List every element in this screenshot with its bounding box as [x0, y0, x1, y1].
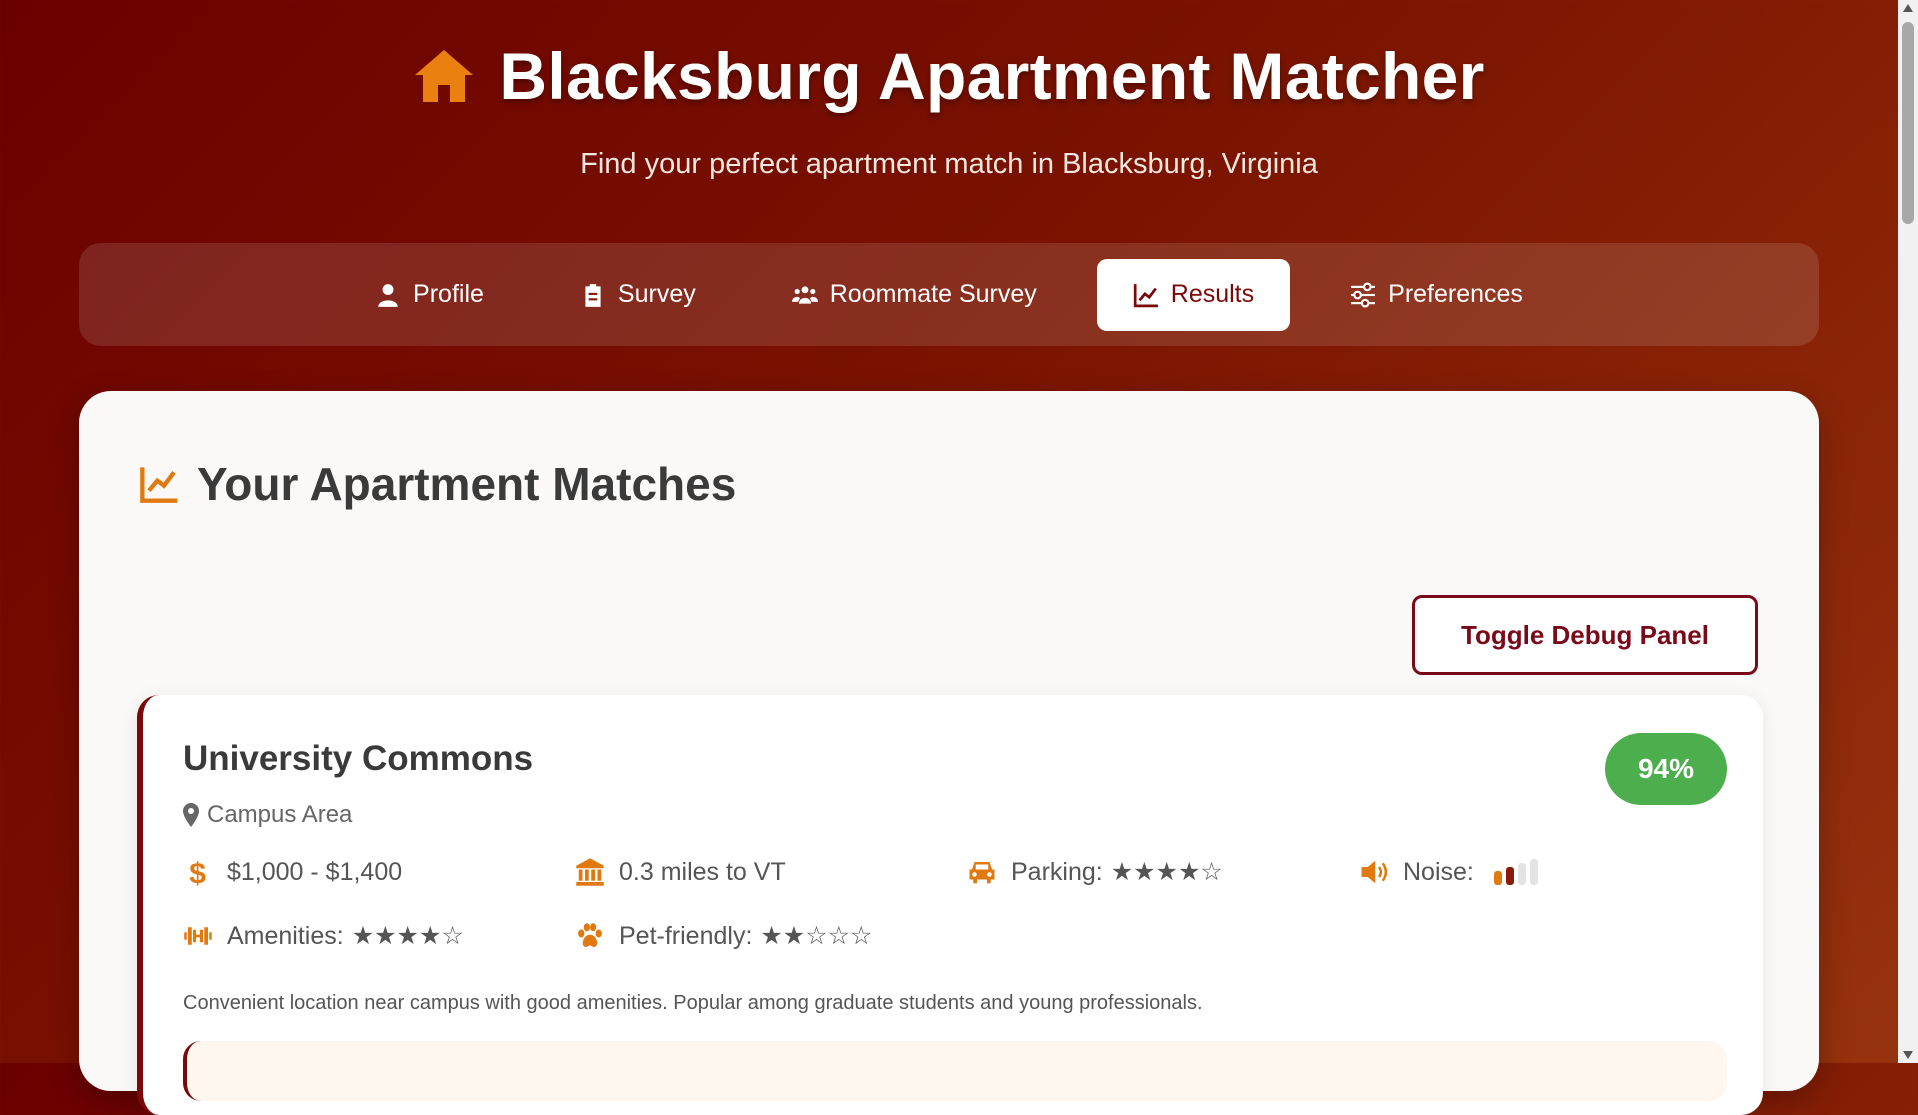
noise-bar	[1505, 867, 1514, 885]
tab-results-label: Results	[1170, 280, 1255, 308]
svg-text:$: $	[189, 857, 206, 887]
scroll-thumb[interactable]	[1902, 22, 1914, 224]
app-header: Blacksburg Apartment Matcher Find your p…	[0, 0, 1898, 181]
results-heading: Your Apartment Matches	[137, 457, 736, 511]
tab-roommate-survey-label: Roommate Survey	[829, 280, 1037, 308]
tab-survey[interactable]: Survey	[544, 259, 732, 331]
apartment-details-box	[183, 1041, 1727, 1101]
noise-bar	[1517, 863, 1526, 885]
apartment-card[interactable]: University Commons Campus Area 94% $ $1,…	[137, 695, 1763, 1115]
map-marker-icon	[183, 803, 199, 827]
user-icon	[378, 283, 398, 307]
match-score-badge: 94%	[1605, 733, 1727, 805]
scroll-down-arrow-icon[interactable]	[1903, 1051, 1913, 1059]
price-text: $1,000 - $1,400	[227, 857, 403, 886]
app-subtitle: Find your perfect apartment match in Bla…	[580, 148, 1318, 180]
pet-label: Pet-friendly:	[619, 921, 753, 950]
apartment-location: Campus Area	[183, 801, 352, 829]
page-scrollbar[interactable]	[1898, 0, 1918, 1063]
apartment-description: Convenient location near campus with goo…	[183, 992, 1203, 1014]
tab-profile-label: Profile	[413, 280, 484, 308]
parking-label: Parking:	[1011, 857, 1103, 886]
pet-friendly-feature: Pet-friendly: ★★☆☆☆	[575, 921, 872, 951]
car-icon	[969, 862, 995, 884]
sliders-icon	[1351, 282, 1376, 307]
location-text: Campus Area	[207, 801, 353, 828]
noise-bar	[1493, 871, 1502, 885]
main-nav: Profile Survey Roommate Survey Results P…	[79, 243, 1819, 346]
noise-feature: Noise:	[1359, 857, 1538, 887]
chart-line-icon	[1133, 283, 1158, 307]
pet-rating: ★★☆☆☆	[760, 922, 873, 950]
paw-icon	[578, 923, 602, 947]
volume-icon	[1361, 860, 1388, 884]
home-icon	[415, 50, 474, 102]
users-icon	[791, 285, 818, 304]
chart-line-icon	[140, 467, 178, 503]
toggle-debug-button[interactable]: Toggle Debug Panel	[1412, 595, 1758, 675]
parking-feature: Parking: ★★★★☆	[967, 857, 1223, 887]
app-title: Blacksburg Apartment Matcher	[499, 39, 1485, 113]
distance-feature: 0.3 miles to VT	[575, 857, 786, 887]
title-row: Blacksburg Apartment Matcher	[0, 38, 1898, 114]
tab-preferences-label: Preferences	[1388, 280, 1523, 308]
tab-roommate-survey[interactable]: Roommate Survey	[756, 259, 1073, 331]
parking-rating: ★★★★☆	[1110, 858, 1223, 886]
dollar-icon: $	[189, 857, 206, 887]
scroll-up-arrow-icon[interactable]	[1903, 4, 1913, 12]
results-panel: Your Apartment Matches Toggle Debug Pane…	[79, 391, 1819, 1115]
noise-level-indicator	[1493, 859, 1538, 885]
clipboard-icon	[585, 283, 601, 307]
tab-survey-label: Survey	[617, 280, 696, 308]
price-feature: $ $1,000 - $1,400	[183, 857, 402, 887]
tab-results[interactable]: Results	[1096, 258, 1291, 331]
apartment-name: University Commons	[183, 739, 534, 778]
distance-text: 0.3 miles to VT	[619, 857, 786, 886]
amenities-label: Amenities:	[227, 921, 344, 950]
dumbbell-icon	[184, 927, 212, 945]
amenities-feature: Amenities: ★★★★☆	[183, 921, 464, 951]
tab-preferences[interactable]: Preferences	[1314, 259, 1559, 331]
noise-label: Noise:	[1403, 857, 1474, 886]
amenities-rating: ★★★★☆	[351, 922, 464, 950]
tab-profile[interactable]: Profile	[339, 259, 520, 331]
noise-bar	[1529, 859, 1538, 885]
university-icon	[576, 858, 604, 886]
results-title: Your Apartment Matches	[197, 458, 737, 510]
